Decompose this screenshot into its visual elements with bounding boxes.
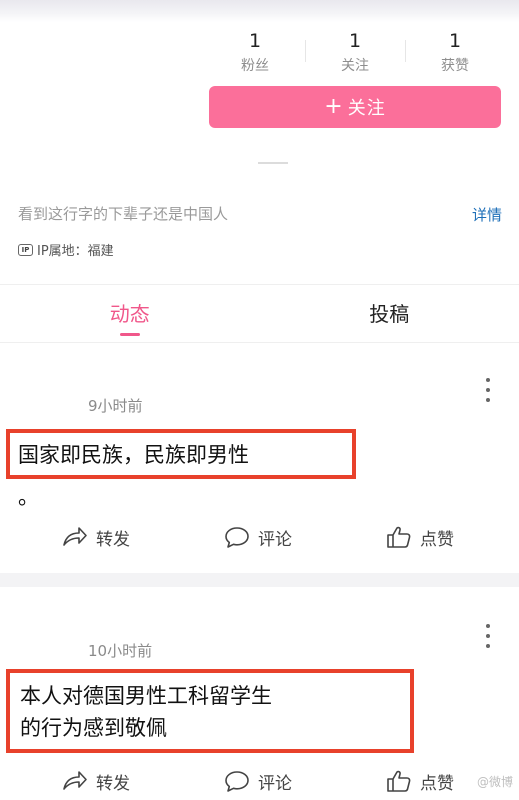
follow-button-label: 关注 <box>347 98 386 119</box>
profile-bio: 看到这行字的下辈子还是中国人 <box>18 205 229 223</box>
detail-link[interactable]: 详情 <box>472 204 502 225</box>
repost-label: 转发 <box>96 773 130 794</box>
stat-fans[interactable]: 1 粉丝 <box>205 28 305 82</box>
faint-divider <box>258 162 288 164</box>
stat-likes[interactable]: 1 获赞 <box>405 28 505 82</box>
ip-location-label: IP属地：福建 <box>37 244 114 259</box>
comment-icon <box>225 771 249 792</box>
more-options-icon[interactable] <box>485 624 491 648</box>
post-time: 9小时前 <box>88 397 143 415</box>
post-separator <box>0 573 519 587</box>
stat-following[interactable]: 1 关注 <box>305 28 405 82</box>
profile-stats: 1 粉丝 1 关注 1 获赞 <box>205 28 505 82</box>
stat-following-count: 1 <box>348 30 362 52</box>
ip-icon: IP <box>18 243 33 256</box>
profile-tabs: 动态 投稿 <box>0 286 519 342</box>
comment-label: 评论 <box>258 529 292 550</box>
repost-button[interactable]: 转发 <box>62 761 130 800</box>
ip-location: IP IP属地：福建 <box>18 240 114 259</box>
post-actions: 转发 评论 点赞 <box>0 517 519 557</box>
thumbs-up-icon <box>387 770 411 792</box>
post-time: 10小时前 <box>88 642 153 660</box>
stat-fans-label: 粉丝 <box>241 58 269 74</box>
like-label: 点赞 <box>420 529 454 550</box>
highlight-box: 国家即民族，民族即男性 <box>6 429 356 479</box>
comment-icon <box>225 527 249 548</box>
repost-icon <box>63 771 87 790</box>
stat-likes-label: 获赞 <box>441 58 469 74</box>
like-button[interactable]: 点赞 <box>386 517 454 557</box>
comment-button[interactable]: 评论 <box>224 761 292 800</box>
follow-button[interactable]: + 关注 <box>209 86 501 128</box>
stat-fans-count: 1 <box>248 30 262 52</box>
plus-icon: + <box>324 94 344 119</box>
repost-button[interactable]: 转发 <box>62 517 130 557</box>
stat-following-label: 关注 <box>341 58 369 74</box>
post-actions: 转发 评论 点赞 <box>0 761 519 800</box>
highlight-box: 本人对德国男性工科留学生 的行为感到敬佩 <box>6 669 414 753</box>
post-card: 9小时前 国家即民族，民族即男性 。 转发 评论 点赞 <box>0 343 519 573</box>
stat-likes-count: 1 <box>448 30 462 52</box>
tab-dynamics[interactable]: 动态 <box>0 286 260 342</box>
post-card: 10小时前 本人对德国男性工科留学生 的行为感到敬佩 转发 评论 点赞 <box>0 587 519 800</box>
post-text-line: 的行为感到敬佩 <box>20 716 167 740</box>
repost-icon <box>63 527 87 546</box>
section-divider <box>0 284 519 285</box>
post-text-line: 国家即民族，民族即男性 <box>18 443 249 467</box>
like-button[interactable]: 点赞 <box>386 761 454 800</box>
more-options-icon[interactable] <box>485 378 491 402</box>
post-text-trailing: 。 <box>18 485 39 509</box>
comment-label: 评论 <box>258 773 292 794</box>
comment-button[interactable]: 评论 <box>224 517 292 557</box>
profile-banner <box>0 0 519 22</box>
post-text-line: 本人对德国男性工科留学生 <box>20 684 272 708</box>
tab-submissions[interactable]: 投稿 <box>260 286 519 342</box>
repost-label: 转发 <box>96 529 130 550</box>
weibo-watermark: @微博 <box>476 775 513 789</box>
thumbs-up-icon <box>387 526 411 548</box>
like-label: 点赞 <box>420 773 454 794</box>
profile-page: 1 粉丝 1 关注 1 获赞 + 关注 看到这行字的下辈子还是中国人 详情 IP… <box>0 0 519 800</box>
